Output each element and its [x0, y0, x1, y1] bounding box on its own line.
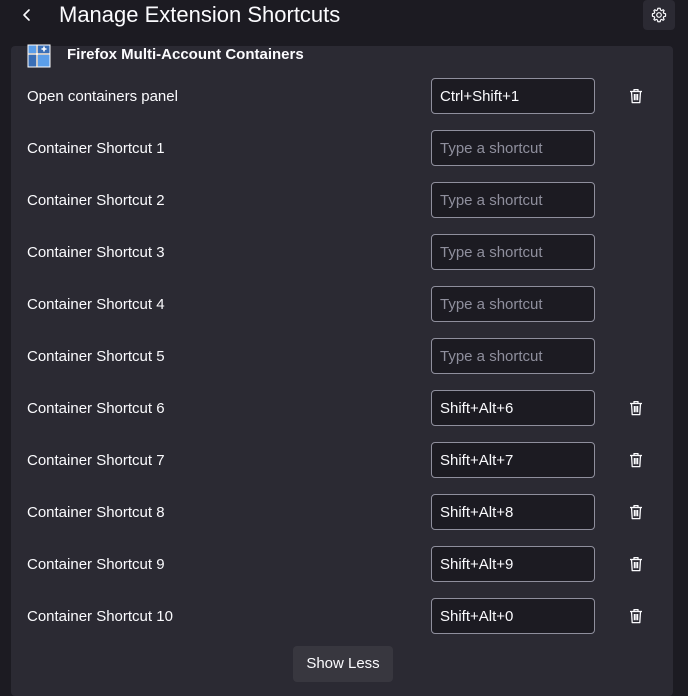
- extension-name: Firefox Multi-Account Containers: [67, 46, 304, 63]
- extension-card: Firefox Multi-Account Containers Open co…: [11, 44, 673, 696]
- shortcut-label: Container Shortcut 8: [27, 504, 165, 521]
- trash-icon: [630, 452, 642, 468]
- shortcut-label: Container Shortcut 3: [27, 244, 165, 261]
- trash-icon: [630, 504, 642, 520]
- shortcut-label: Container Shortcut 9: [27, 556, 165, 573]
- shortcut-row: Container Shortcut 1: [11, 130, 673, 168]
- shortcut-input[interactable]: [431, 78, 595, 114]
- shortcut-row: Open containers panel: [11, 78, 673, 116]
- shortcut-label: Container Shortcut 1: [27, 140, 165, 157]
- delete-shortcut-button[interactable]: [627, 451, 645, 469]
- chevron-left-icon: [23, 9, 30, 21]
- trash-icon: [630, 556, 642, 572]
- settings-button[interactable]: [643, 0, 675, 30]
- shortcut-label: Container Shortcut 7: [27, 452, 165, 469]
- shortcut-row: Container Shortcut 3: [11, 234, 673, 272]
- shortcut-row: Container Shortcut 5: [11, 338, 673, 376]
- shortcut-row: Container Shortcut 6: [11, 390, 673, 428]
- delete-shortcut-button[interactable]: [627, 607, 645, 625]
- shortcut-input[interactable]: [431, 442, 595, 478]
- back-button[interactable]: [12, 0, 42, 30]
- containers-grid-icon: [27, 44, 51, 68]
- shortcut-input[interactable]: [431, 598, 595, 634]
- shortcut-input[interactable]: [431, 286, 595, 322]
- delete-shortcut-button[interactable]: [627, 503, 645, 521]
- shortcut-row: Container Shortcut 4: [11, 286, 673, 324]
- trash-icon: [630, 88, 642, 104]
- shortcut-row: Container Shortcut 8: [11, 494, 673, 532]
- shortcut-input[interactable]: [431, 494, 595, 530]
- delete-shortcut-button[interactable]: [627, 87, 645, 105]
- shortcut-input[interactable]: [431, 234, 595, 270]
- shortcut-label: Container Shortcut 2: [27, 192, 165, 209]
- delete-shortcut-button[interactable]: [627, 399, 645, 417]
- shortcut-label: Container Shortcut 4: [27, 296, 165, 313]
- trash-icon: [630, 608, 642, 624]
- shortcut-input[interactable]: [431, 130, 595, 166]
- shortcut-input[interactable]: [431, 338, 595, 374]
- show-less-button[interactable]: Show Less: [293, 646, 393, 682]
- shortcut-row: Container Shortcut 7: [11, 442, 673, 480]
- gear-icon: [651, 7, 667, 23]
- trash-icon: [630, 400, 642, 416]
- shortcut-row: Container Shortcut 10: [11, 598, 673, 636]
- shortcut-input[interactable]: [431, 390, 595, 426]
- shortcut-label: Container Shortcut 6: [27, 400, 165, 417]
- delete-shortcut-button[interactable]: [627, 555, 645, 573]
- shortcut-input[interactable]: [431, 546, 595, 582]
- page-title: Manage Extension Shortcuts: [59, 2, 341, 27]
- shortcut-label: Container Shortcut 5: [27, 348, 165, 365]
- shortcut-input[interactable]: [431, 182, 595, 218]
- shortcut-label: Container Shortcut 10: [27, 608, 173, 625]
- shortcut-row: Container Shortcut 2: [11, 182, 673, 220]
- page-header: Manage Extension Shortcuts: [0, 0, 688, 46]
- shortcut-label: Open containers panel: [27, 88, 178, 105]
- shortcut-row: Container Shortcut 9: [11, 546, 673, 584]
